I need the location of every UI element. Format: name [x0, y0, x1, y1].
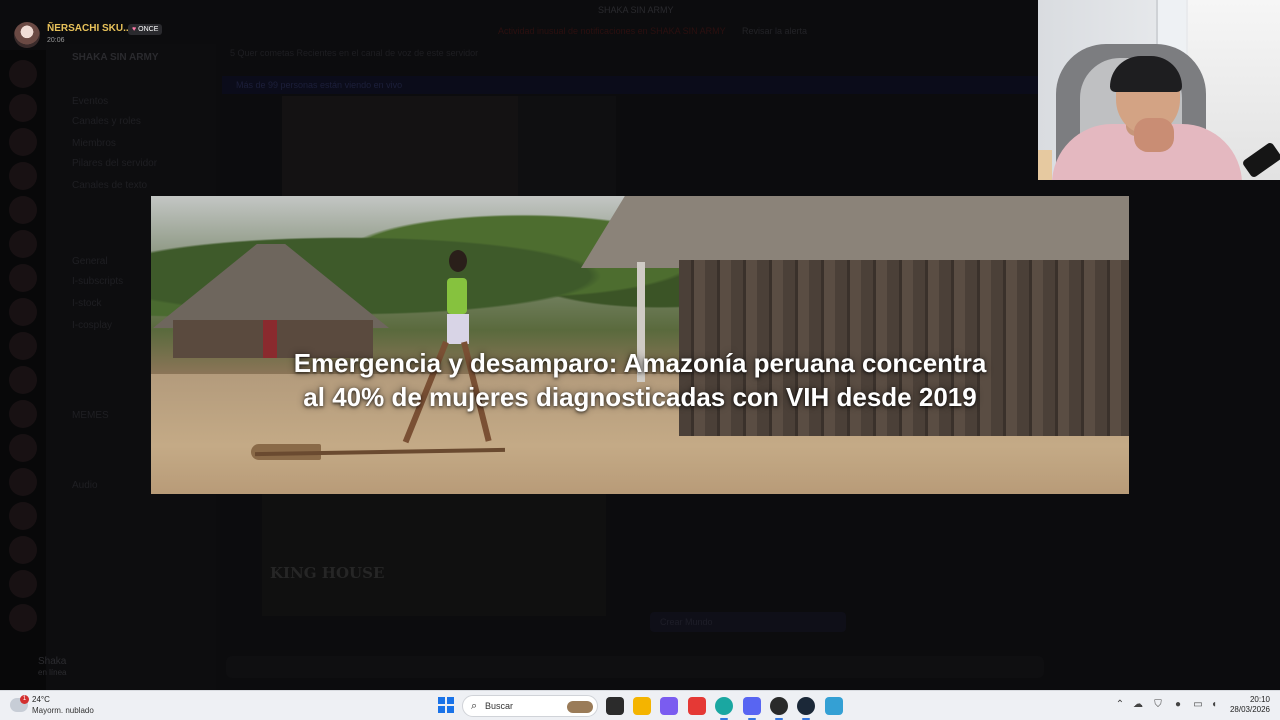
channel-item[interactable]: I-stock — [72, 298, 101, 309]
create-world-pill[interactable]: Crear Mundo — [650, 612, 846, 632]
channel-item[interactable]: I-cosplay — [72, 320, 112, 331]
streamer-name: ÑERSACHI SKU... — [47, 23, 132, 34]
message-input[interactable] — [226, 656, 1044, 678]
server-icon[interactable] — [9, 502, 37, 530]
server-icon[interactable] — [9, 400, 37, 428]
channel-item[interactable]: Miembros — [72, 138, 116, 149]
heart-icon: ♥ — [132, 26, 137, 33]
server-icon[interactable] — [9, 128, 37, 156]
hut-roof-right — [581, 196, 1129, 268]
notification-text: Actividad inusual de notificaciones en S… — [498, 26, 726, 36]
server-icon[interactable] — [9, 162, 37, 190]
subscriber-badge: ♥ ONCE — [128, 24, 163, 35]
channel-item[interactable]: Canales y roles — [72, 116, 141, 127]
stream-thumbnail[interactable] — [282, 96, 616, 196]
server-icon[interactable] — [9, 570, 37, 598]
server-rail — [0, 50, 46, 690]
server-icon[interactable] — [9, 230, 37, 258]
weather-temp: 24°C — [32, 695, 50, 704]
server-icon[interactable] — [9, 332, 37, 360]
edge-icon[interactable] — [715, 697, 733, 720]
channel-item[interactable]: Pilares del servidor — [72, 158, 157, 169]
server-icon[interactable] — [9, 264, 37, 292]
clock-time[interactable]: 20:10 — [1228, 695, 1270, 704]
screen: SHAKA SIN ARMY Actividad inusual de noti… — [0, 0, 1280, 720]
stream-time: 20:06 — [47, 37, 65, 44]
notepad-icon[interactable] — [825, 697, 843, 715]
thumbnail-sidebar — [518, 96, 616, 196]
task-view-icon[interactable] — [606, 697, 624, 715]
windows-start-icon[interactable] — [438, 697, 454, 713]
obs-icon[interactable] — [770, 697, 788, 720]
steam-icon[interactable] — [797, 697, 815, 720]
search-input[interactable]: ⌕ Buscar — [462, 695, 598, 717]
notification-link[interactable]: Revisar la alerta — [742, 26, 807, 36]
channel-item[interactable]: Canales de texto — [72, 180, 147, 191]
channel-item[interactable]: Audio — [72, 480, 98, 491]
server-icon[interactable] — [9, 60, 37, 88]
server-icon[interactable] — [9, 366, 37, 394]
chevron-up-icon[interactable]: ⌃ — [1114, 699, 1126, 711]
bottle — [1038, 150, 1052, 180]
notification-bar: Actividad inusual de notificaciones en S… — [498, 26, 807, 36]
user-status: en línea — [38, 668, 67, 677]
channel-item[interactable]: General — [72, 256, 108, 267]
avatar — [14, 22, 40, 48]
search-icon: ⌕ — [471, 700, 478, 712]
microphone-icon[interactable]: ● — [1172, 699, 1184, 711]
monitor-icon[interactable]: ▭ — [1192, 699, 1204, 711]
server-icon[interactable] — [9, 468, 37, 496]
shield-icon[interactable]: ⛉ — [1152, 699, 1164, 711]
live-banner[interactable]: Más de 99 personas están viendo en vivo — [222, 76, 1040, 94]
channel-item[interactable]: Eventos — [72, 96, 108, 107]
user-name: Shaka — [38, 656, 67, 667]
copilot-icon[interactable] — [660, 697, 678, 715]
channel-header: 5 Quer cometas Recientes en el canal de … — [230, 48, 479, 58]
taskbar: 1 24°C Mayorm. nublado ⌕ Buscar ⌃ ☁ ⛉ ● … — [0, 690, 1280, 720]
server-icon[interactable] — [9, 434, 37, 462]
webcam-feed — [1038, 0, 1280, 180]
sketch-logo: KING HOUSE — [270, 564, 385, 582]
server-icon[interactable] — [9, 298, 37, 326]
volume-icon[interactable]: ◖ — [1208, 699, 1220, 711]
server-icon[interactable] — [9, 94, 37, 122]
search-placeholder: Buscar — [485, 701, 514, 711]
server-icon[interactable] — [9, 196, 37, 224]
channel-item[interactable]: MEMES — [72, 410, 109, 421]
person-hand — [1134, 118, 1174, 152]
file-explorer-icon[interactable] — [633, 697, 651, 715]
news-headline: Emergencia y desamparo: Amazonía peruana… — [293, 348, 987, 412]
weather-alert-badge: 1 — [20, 695, 29, 704]
server-name[interactable]: SHAKA SIN ARMY — [72, 52, 158, 63]
user-panel: Shaka en línea — [10, 654, 210, 684]
attached-image[interactable]: KING HOUSE — [262, 494, 606, 616]
discord-icon[interactable] — [743, 697, 761, 720]
badge-label: ONCE — [138, 26, 159, 33]
news-image: Emergencia y desamparo: Amazonía peruana… — [151, 196, 1129, 494]
window-title: SHAKA SIN ARMY — [598, 5, 674, 15]
search-highlight-icon — [567, 701, 593, 713]
server-icon[interactable] — [9, 536, 37, 564]
onedrive-icon[interactable]: ☁ — [1132, 699, 1144, 711]
weather-desc: Mayorm. nublado — [32, 706, 94, 715]
wps-office-icon[interactable] — [688, 697, 706, 715]
clock-date[interactable]: 28/03/2026 — [1222, 705, 1270, 714]
server-icon[interactable] — [9, 604, 37, 632]
channel-item[interactable]: I-subscripts — [72, 276, 123, 287]
